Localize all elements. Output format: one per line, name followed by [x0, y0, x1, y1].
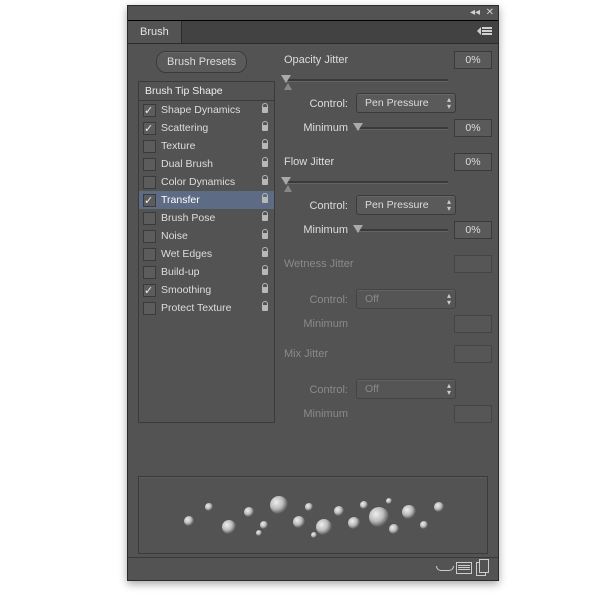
opacity-minimum-value[interactable]: 0% — [454, 119, 492, 137]
lock-icon[interactable] — [260, 265, 270, 277]
opacity-jitter-value[interactable]: 0% — [454, 51, 492, 69]
keyboard-icon[interactable] — [456, 562, 472, 576]
option-label: Shape Dynamics — [161, 101, 240, 119]
option-label: Build-up — [161, 263, 200, 281]
close-icon[interactable]: ✕ — [486, 7, 494, 18]
checkbox[interactable] — [143, 194, 156, 207]
wetness-jitter-label: Wetness Jitter — [284, 258, 354, 270]
option-transfer[interactable]: Transfer — [139, 191, 274, 209]
checkbox[interactable] — [143, 140, 156, 153]
lock-icon[interactable] — [260, 247, 270, 259]
collapse-icon[interactable]: ◂◂ — [470, 7, 480, 18]
option-noise[interactable]: Noise — [139, 227, 274, 245]
lock-icon[interactable] — [260, 121, 270, 133]
option-label: Scattering — [161, 119, 208, 137]
tab-row: Brush — [128, 21, 498, 44]
flow-minimum-value[interactable]: 0% — [454, 221, 492, 239]
tab-brush[interactable]: Brush — [128, 21, 182, 43]
list-header-brush-tip-shape[interactable]: Brush Tip Shape — [139, 82, 274, 101]
checkbox[interactable] — [143, 284, 156, 297]
transfer-settings: Opacity Jitter 0% Control: Pen Pressure▴… — [284, 49, 492, 427]
opacity-minimum-slider[interactable] — [356, 121, 448, 133]
option-wet-edges[interactable]: Wet Edges — [139, 245, 274, 263]
lock-icon[interactable] — [260, 229, 270, 241]
flow-control-dropdown[interactable]: Pen Pressure▴▾ — [356, 195, 456, 215]
brush-options-list: Brush Tip Shape Shape DynamicsScattering… — [138, 81, 275, 423]
wetness-control-label: Control: — [284, 294, 348, 306]
brush-panel: ◂◂ ✕ Brush Brush Presets Brush Tip Shape… — [127, 5, 499, 581]
lock-icon[interactable] — [260, 175, 270, 187]
option-texture[interactable]: Texture — [139, 137, 274, 155]
checkbox[interactable] — [143, 212, 156, 225]
option-color-dynamics[interactable]: Color Dynamics — [139, 173, 274, 191]
lock-icon[interactable] — [260, 301, 270, 313]
lock-icon[interactable] — [260, 193, 270, 205]
checkbox[interactable] — [143, 266, 156, 279]
mix-jitter-value — [454, 345, 492, 363]
mix-control-dropdown: Off▴▾ — [356, 379, 456, 399]
flow-minimum-label: Minimum — [284, 224, 348, 236]
brush-presets-button[interactable]: Brush Presets — [156, 51, 247, 73]
option-label: Dual Brush — [161, 155, 213, 173]
toggle-brush-panel-icon[interactable] — [436, 562, 452, 576]
option-shape-dynamics[interactable]: Shape Dynamics — [139, 101, 274, 119]
checkbox[interactable] — [143, 302, 156, 315]
option-dual-brush[interactable]: Dual Brush — [139, 155, 274, 173]
option-label: Color Dynamics — [161, 173, 235, 191]
option-protect-texture[interactable]: Protect Texture — [139, 299, 274, 317]
option-smoothing[interactable]: Smoothing — [139, 281, 274, 299]
checkbox[interactable] — [143, 104, 156, 117]
opacity-control-dropdown[interactable]: Pen Pressure▴▾ — [356, 93, 456, 113]
flow-jitter-value[interactable]: 0% — [454, 153, 492, 171]
wetness-minimum-label: Minimum — [284, 318, 348, 330]
checkbox[interactable] — [143, 176, 156, 189]
lock-icon[interactable] — [260, 139, 270, 151]
mix-minimum-value — [454, 405, 492, 423]
expand-icon[interactable] — [284, 185, 292, 192]
opacity-jitter-label: Opacity Jitter — [284, 54, 348, 66]
mix-minimum-label: Minimum — [284, 408, 348, 420]
option-label: Transfer — [161, 191, 200, 209]
new-preset-icon[interactable] — [476, 562, 492, 576]
checkbox[interactable] — [143, 158, 156, 171]
checkbox[interactable] — [143, 248, 156, 261]
lock-icon[interactable] — [260, 283, 270, 295]
brush-stroke-preview — [138, 476, 488, 554]
lock-icon[interactable] — [260, 157, 270, 169]
checkbox[interactable] — [143, 230, 156, 243]
lock-icon[interactable] — [260, 211, 270, 223]
option-build-up[interactable]: Build-up — [139, 263, 274, 281]
option-brush-pose[interactable]: Brush Pose — [139, 209, 274, 227]
lock-icon[interactable] — [260, 103, 270, 115]
panel-dock-bar: ◂◂ ✕ — [128, 6, 498, 21]
option-label: Noise — [161, 227, 188, 245]
checkbox[interactable] — [143, 122, 156, 135]
option-label: Smoothing — [161, 281, 211, 299]
option-label: Wet Edges — [161, 245, 212, 263]
option-label: Protect Texture — [161, 299, 231, 317]
option-label: Texture — [161, 137, 195, 155]
flow-minimum-slider[interactable] — [356, 223, 448, 235]
expand-icon[interactable] — [284, 83, 292, 90]
option-label: Brush Pose — [161, 209, 215, 227]
opacity-control-label: Control: — [284, 98, 348, 110]
mix-jitter-label: Mix Jitter — [284, 348, 328, 360]
flow-jitter-label: Flow Jitter — [284, 156, 334, 168]
mix-control-label: Control: — [284, 384, 348, 396]
wetness-jitter-value — [454, 255, 492, 273]
wetness-minimum-value — [454, 315, 492, 333]
panel-content: Brush Presets Brush Tip Shape Shape Dyna… — [128, 43, 498, 580]
panel-footer — [128, 557, 498, 580]
opacity-minimum-label: Minimum — [284, 122, 348, 134]
option-scattering[interactable]: Scattering — [139, 119, 274, 137]
wetness-control-dropdown: Off▴▾ — [356, 289, 456, 309]
flow-control-label: Control: — [284, 200, 348, 212]
flyout-menu-icon[interactable] — [480, 24, 494, 37]
